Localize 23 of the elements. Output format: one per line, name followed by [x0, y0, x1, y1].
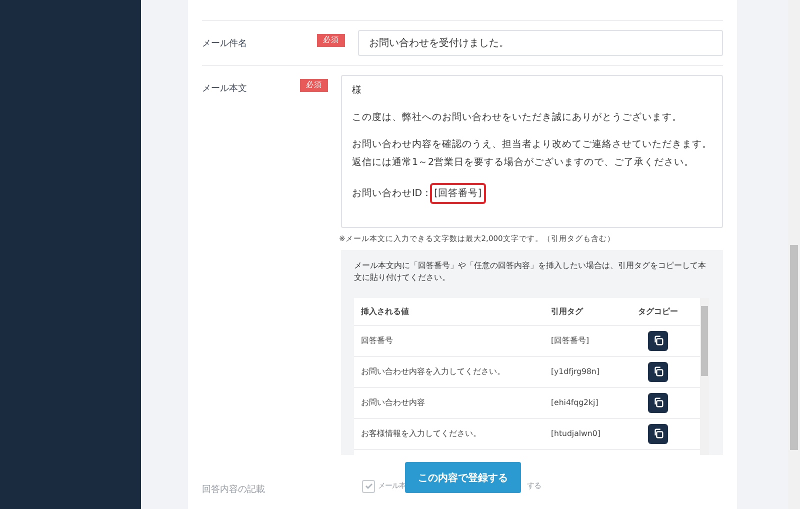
- page-scrollbar[interactable]: [788, 0, 800, 509]
- copy-icon: [652, 428, 664, 440]
- text-area[interactable]: 様 この度は、弊社へのお問い合わせをいただき誠にありがとうございます。 お問い合わせ内容を確認のうえ、担当者より改めてご連絡させていただきます。 返信には通常1～2営業日を要する場合がございますので、ご了承ください。 お問い合わせID： [回答番号]: [341, 74, 723, 228]
- body-text: この度は、弊社へのお問い合わせをいただき誠にありがとうございます。: [352, 110, 683, 124]
- checkbox[interactable]: [362, 480, 375, 493]
- body-text: お問い合わせID：: [352, 186, 432, 200]
- check-icon: [364, 482, 372, 490]
- body-text: お問い合わせ内容を確認のうえ、担当者より改めてご連絡させていただきます。: [352, 138, 712, 151]
- copy-button[interactable]: [648, 424, 668, 444]
- field-label: メール件名: [202, 38, 248, 51]
- field-label: 回答内容の記載: [202, 484, 265, 495]
- copy-icon: [652, 397, 664, 408]
- copy-button[interactable]: [648, 392, 668, 413]
- copy-icon: [652, 366, 664, 378]
- copy-button[interactable]: [648, 330, 668, 351]
- highlighted-tag: [回答番号]: [430, 182, 486, 204]
- input-field[interactable]: お問い合わせを受付けました。: [358, 30, 723, 56]
- copy-button[interactable]: [648, 362, 668, 382]
- body-text: 返信には通常1～2営業日を要する場合がございますので、ご了承ください。: [352, 156, 696, 169]
- field-label: メール本文: [202, 82, 248, 96]
- scrollbar[interactable]: [700, 298, 709, 455]
- copy-icon: [652, 335, 664, 346]
- body-text: 様: [352, 84, 363, 97]
